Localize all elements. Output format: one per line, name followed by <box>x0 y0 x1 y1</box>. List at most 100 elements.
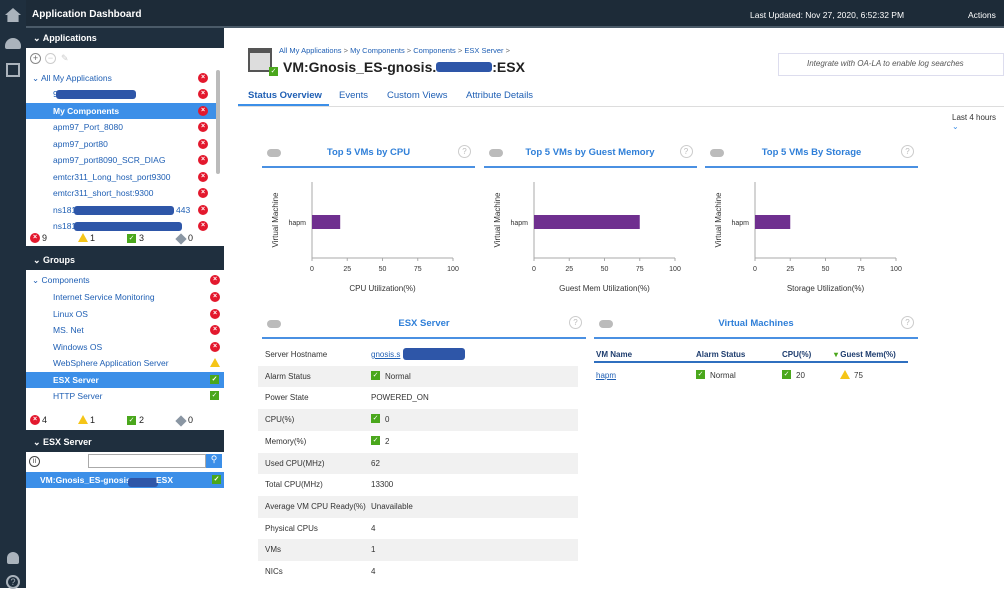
dashboard-icon[interactable] <box>5 38 21 49</box>
help-icon[interactable]: ? <box>901 316 914 329</box>
y-tick-label: hapm <box>288 220 306 227</box>
critical-icon: × <box>210 308 220 319</box>
group-item[interactable]: ESX Server ✓ <box>26 371 224 388</box>
critical-icon: × <box>198 122 208 132</box>
x-tick-label: 0 <box>532 266 536 273</box>
col-alarm-status[interactable]: Alarm Status <box>696 350 745 359</box>
application-item[interactable]: apm97_port80 × <box>26 136 216 152</box>
x-axis-label: CPU Utilization(%) <box>349 284 416 293</box>
group-item[interactable]: Linux OS × <box>26 306 224 322</box>
groups-status-summary: × 4 1 ✓ 2 0 <box>26 413 224 428</box>
bar-chart: 0 25 50 75 100 hapm Guest Mem Utilization(%) Vi… <box>493 182 680 293</box>
pause-icon[interactable]: II <box>29 456 40 467</box>
chart-header: Top 5 VMs By Storage? <box>705 142 918 168</box>
esx-attribute-row: Physical CPUs 4 <box>258 517 578 540</box>
tab-events[interactable]: Events <box>339 90 368 101</box>
attribute-value: 4 <box>371 523 376 533</box>
y-axis-label: Virtual Machine <box>714 192 723 248</box>
application-item[interactable]: ns181. 443 × <box>26 202 216 218</box>
bar[interactable] <box>755 215 791 229</box>
application-item[interactable]: emtcr311_Long_host_port9300 × <box>26 169 216 185</box>
group-item[interactable]: Windows OS × <box>26 339 224 355</box>
group-item[interactable]: MS. Net × <box>26 322 224 338</box>
esx-server-item[interactable]: VM:Gnosis_ES-gnosis.s ESX ✓ <box>26 472 224 488</box>
breadcrumb-link[interactable]: My Components <box>350 46 405 55</box>
tab-status-overview[interactable]: Status Overview <box>248 90 322 101</box>
user-icon[interactable] <box>7 552 19 564</box>
help-icon[interactable]: ? <box>458 145 471 158</box>
critical-icon: × <box>210 325 220 335</box>
help-icon[interactable]: ? <box>901 145 914 158</box>
x-tick-label: 25 <box>565 266 573 273</box>
help-icon[interactable]: ? <box>6 575 20 589</box>
application-item[interactable]: 9× <box>26 86 216 102</box>
tab-custom-views[interactable]: Custom Views <box>387 90 448 101</box>
attribute-value[interactable]: gnosis.s <box>371 350 400 359</box>
attribute-label: Used CPU(MHz) <box>265 458 325 468</box>
vm-table-row: hapm ✓ Normal ✓ 20 75 <box>596 370 863 380</box>
edit-icon[interactable]: ✎ <box>61 53 69 64</box>
groups-header[interactable]: ⌄ Groups <box>26 250 224 270</box>
group-item[interactable]: HTTP Server ✓ <box>26 388 224 404</box>
col-cpu[interactable]: CPU(%) <box>782 350 811 359</box>
esx-server-header[interactable]: ⌄ ESX Server <box>26 432 224 452</box>
help-icon[interactable]: ? <box>569 316 582 329</box>
critical-icon: × <box>198 138 208 149</box>
page-title: VM:Gnosis_ES-gnosis.:ESX <box>283 59 525 75</box>
bar[interactable] <box>312 215 341 229</box>
attribute-value: Unavailable <box>371 501 413 511</box>
x-tick-label: 25 <box>786 266 794 273</box>
remove-icon[interactable]: − <box>45 53 56 64</box>
application-item[interactable]: apm97_port8090_SCR_DIAG × <box>26 152 216 168</box>
chart-header: Top 5 VMs by Guest Memory? <box>483 142 697 168</box>
applications-header[interactable]: ⌄ Applications <box>26 28 224 48</box>
normal-icon: ✓ <box>210 374 219 384</box>
esx-attribute-row: Average VM CPU Ready(%) Unavailable <box>258 495 578 518</box>
left-panel: ⌄ Applications + − ✎ ⌄ All My Applicatio… <box>26 28 224 588</box>
applications-status-summary: × 9 1 ✓ 3 0 <box>26 231 224 246</box>
x-tick-label: 50 <box>379 266 387 273</box>
esx-attribute-row: CPU(%) ✓ 0 <box>258 409 578 431</box>
breadcrumb-link[interactable]: All My Applications <box>279 46 342 55</box>
oala-banner[interactable]: Integrate with OA-LA to enable log searc… <box>778 53 1004 76</box>
esx-attribute-row: Alarm Status ✓ Normal <box>258 365 578 388</box>
settings-sliders-icon[interactable] <box>6 63 20 77</box>
bar[interactable] <box>533 215 640 229</box>
critical-icon: × <box>210 292 220 302</box>
search-button[interactable]: ⚲ <box>206 454 222 468</box>
critical-icon: × <box>198 89 208 99</box>
add-icon[interactable]: + <box>30 53 41 64</box>
application-item[interactable]: emtcr311_short_host:9300 × <box>26 185 216 201</box>
x-tick-label: 75 <box>635 266 643 273</box>
esx-attribute-row: Memory(%) ✓ 2 <box>258 430 578 453</box>
normal-icon: ✓ <box>210 391 219 400</box>
breadcrumb-link[interactable]: ESX Server <box>464 46 503 55</box>
group-item[interactable]: Internet Service Monitoring × <box>26 289 224 305</box>
actions-menu[interactable]: Actions <box>968 10 996 20</box>
x-tick-label: 50 <box>822 266 830 273</box>
breadcrumb: All My Applications > My Components > Co… <box>279 46 511 55</box>
normal-icon: ✓ <box>371 370 380 380</box>
tab-attribute-details[interactable]: Attribute Details <box>466 90 533 101</box>
tree-root-components[interactable]: ⌄ Components × <box>26 272 220 288</box>
help-icon[interactable]: ? <box>679 145 693 158</box>
breadcrumb-link[interactable]: Components <box>413 46 456 55</box>
attribute-label: Server Hostname <box>265 350 328 359</box>
tree-root-all-my-applications[interactable]: ⌄ All My Applications × <box>26 70 216 86</box>
group-item[interactable]: WebSphere Application Server <box>26 355 224 371</box>
application-item[interactable]: apm97_Port_8080 × <box>26 119 216 135</box>
esx-search-input[interactable] <box>88 454 206 468</box>
normal-icon: ✓ <box>371 414 380 424</box>
esx-attribute-row: VMs 1 <box>258 539 578 561</box>
bar-chart: 0 25 50 75 100 hapm Storage Utilization(%) Virt… <box>714 182 902 293</box>
col-vm-name[interactable]: VM Name <box>596 350 632 359</box>
col-guest-mem[interactable]: ▾ Guest Mem(%) <box>834 350 896 359</box>
attribute-value: 4 <box>371 567 376 576</box>
scrollbar[interactable] <box>216 70 220 174</box>
attribute-value: 2 <box>385 436 390 446</box>
esx-attribute-row: Used CPU(MHz) 62 <box>258 452 578 475</box>
application-item[interactable]: My Components × <box>26 102 216 119</box>
time-range-select[interactable]: Last 4 hours ⌄ <box>952 113 1004 131</box>
vm-link[interactable]: hapm <box>596 371 616 380</box>
home-icon[interactable] <box>5 8 21 22</box>
